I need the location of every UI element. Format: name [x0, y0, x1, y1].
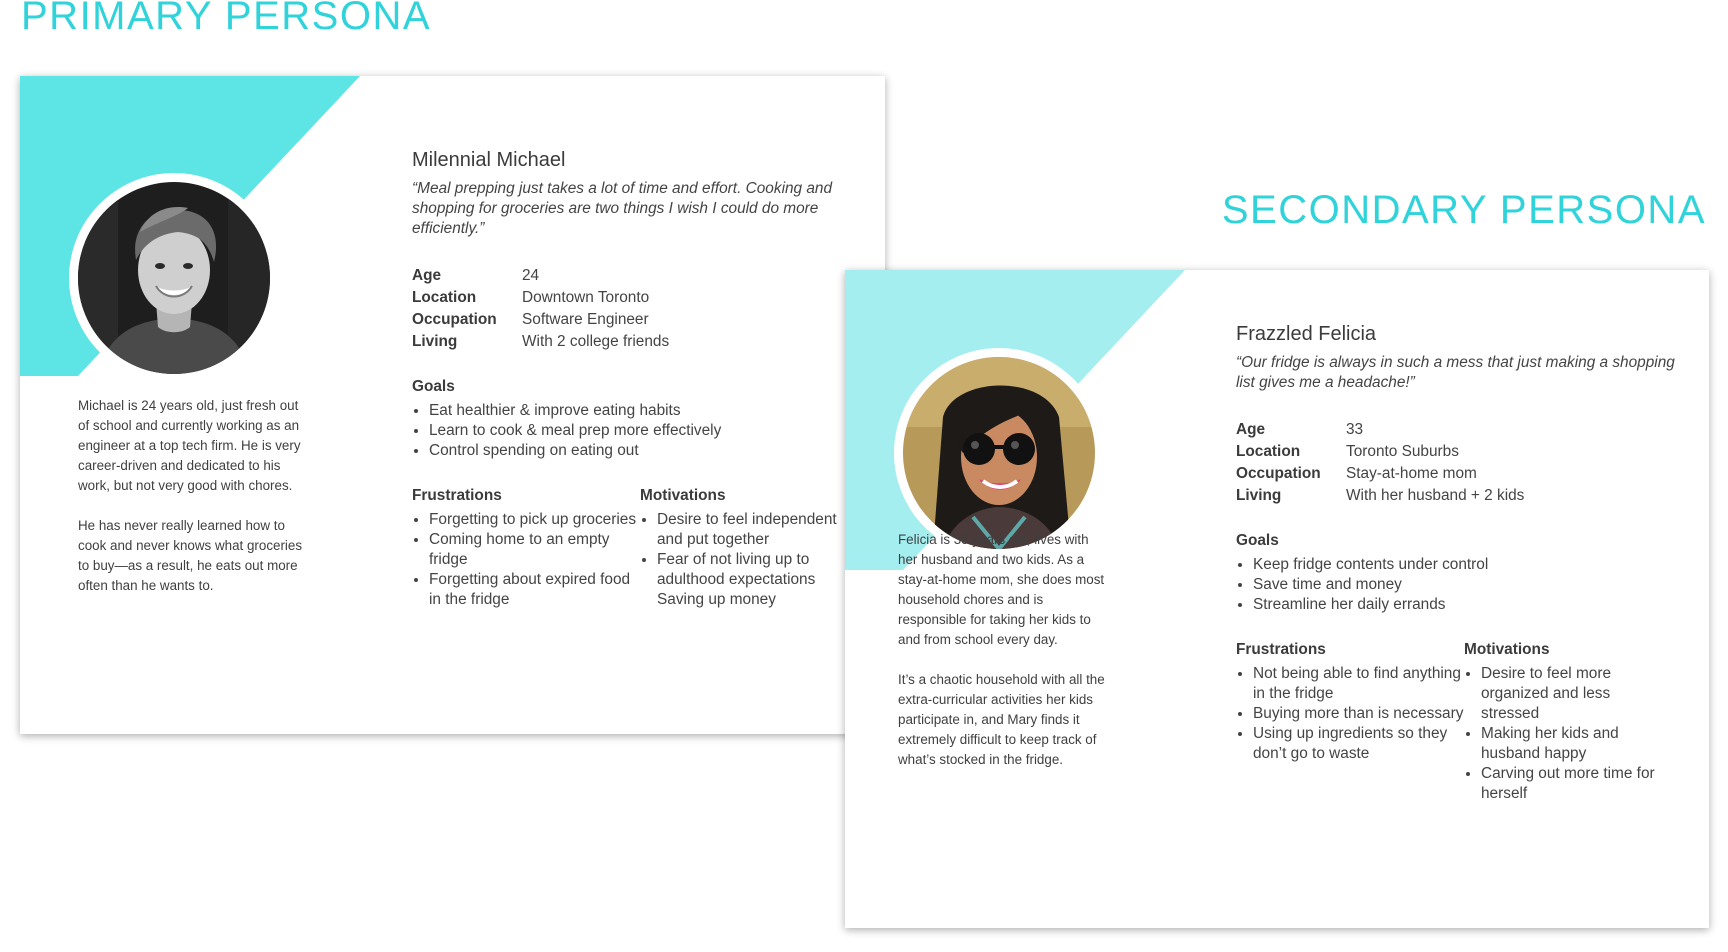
persona-details: Frazzled Felicia “Our fridge is always i… [1236, 322, 1676, 804]
motivation-item: Making her kids and husband happy [1481, 724, 1664, 764]
persona-name: Milennial Michael [412, 149, 566, 171]
fact-label: Living [1236, 487, 1282, 504]
persona-facts: Age 24 Location Downtown Toronto Occupat… [412, 266, 852, 352]
fact-value: 33 [1346, 421, 1364, 438]
persona-quote: “Meal prepping just takes a lot of time … [412, 180, 833, 237]
motivations-heading: Motivations [640, 487, 726, 504]
avatar-michael [78, 182, 270, 374]
persona-bio: Felicia is 33 years old, lives with her … [898, 530, 1110, 790]
frustration-item: Buying more than is necessary [1253, 704, 1464, 724]
secondary-persona-card: Felicia is 33 years old, lives with her … [845, 270, 1709, 928]
goal-item: Control spending on eating out [429, 441, 852, 461]
motivations-heading: Motivations [1464, 641, 1550, 658]
goals-list: Keep fridge contents under control Save … [1236, 555, 1676, 615]
fact-label: Location [1236, 443, 1301, 460]
goal-item: Learn to cook & meal prep more effective… [429, 421, 852, 441]
persona-bio: Michael is 24 years old, just fresh out … [78, 396, 303, 616]
persona-details: Milennial Michael “Meal prepping just ta… [412, 148, 852, 610]
goal-item: Streamline her daily errands [1253, 595, 1676, 615]
motivations-list: Desire to feel more organized and less s… [1464, 664, 1664, 804]
motivations-column: Motivations Desire to feel independent a… [640, 461, 840, 610]
fact-label: Occupation [412, 311, 497, 328]
persona-quote: “Our fridge is always in such a mess tha… [1236, 354, 1675, 391]
portrait-photo [903, 357, 1095, 549]
fact-value: With 2 college friends [522, 333, 670, 350]
frustration-item: Forgetting to pick up groceries [429, 510, 640, 530]
frustrations-motivations: Frustrations Forgetting to pick up groce… [412, 461, 852, 610]
fact-value: 24 [522, 267, 540, 284]
motivation-item: Carving out more time for herself [1481, 764, 1664, 804]
frustration-item: Forgetting about expired food in the fri… [429, 570, 640, 610]
frustration-item: Coming home to an empty fridge [429, 530, 640, 570]
goals-heading: Goals [412, 378, 455, 395]
bio-paragraph: Felicia is 33 years old, lives with her … [898, 532, 1105, 647]
goal-item: Eat healthier & improve eating habits [429, 401, 852, 421]
frustration-item: Using up ingredients so they don’t go to… [1253, 724, 1464, 764]
bio-paragraph: He has never really learned how to cook … [78, 518, 303, 593]
motivations-list: Desire to feel independent and put toget… [640, 510, 840, 610]
persona-name: Frazzled Felicia [1236, 323, 1377, 345]
avatar-felicia [903, 357, 1095, 549]
fact-value: Downtown Toronto [522, 289, 650, 306]
fact-value: Stay-at-home mom [1346, 465, 1477, 482]
goals-list: Eat healthier & improve eating habits Le… [412, 401, 852, 461]
secondary-persona-title: SECONDARY PERSONA [1221, 188, 1706, 232]
primary-persona-title: PRIMARY PERSONA [21, 0, 432, 38]
motivations-column: Motivations Desire to feel more organize… [1464, 615, 1664, 804]
bio-paragraph: Michael is 24 years old, just fresh out … [78, 398, 301, 493]
frustrations-motivations: Frustrations Not being able to find anyt… [1236, 615, 1676, 804]
motivation-item: Fear of not living up to adulthood expec… [657, 550, 840, 610]
fact-label: Age [412, 267, 442, 284]
fact-value: Software Engineer [522, 311, 649, 328]
persona-facts: Age 33 Location Toronto Suburbs Occupati… [1236, 420, 1676, 506]
bio-paragraph: It’s a chaotic household with all the ex… [898, 672, 1105, 767]
avatar-ring [69, 173, 279, 383]
goal-item: Save time and money [1253, 575, 1676, 595]
avatar-ring [894, 348, 1104, 558]
frustrations-heading: Frustrations [412, 487, 502, 504]
frustrations-list: Forgetting to pick up groceries Coming h… [412, 510, 640, 610]
frustrations-column: Frustrations Forgetting to pick up groce… [412, 461, 640, 610]
fact-label: Occupation [1236, 465, 1321, 482]
fact-label: Living [412, 333, 458, 350]
frustrations-column: Frustrations Not being able to find anyt… [1236, 615, 1464, 804]
motivation-item: Desire to feel more organized and less s… [1481, 664, 1664, 724]
fact-value: With her husband + 2 kids [1346, 487, 1525, 504]
goal-item: Keep fridge contents under control [1253, 555, 1676, 575]
fact-value: Toronto Suburbs [1346, 443, 1459, 460]
primary-persona-card: Michael is 24 years old, just fresh out … [20, 76, 885, 734]
frustration-item: Not being able to find anything in the f… [1253, 664, 1464, 704]
fact-label: Age [1236, 421, 1266, 438]
portrait-photo [78, 182, 270, 374]
motivation-item: Desire to feel independent and put toget… [657, 510, 840, 550]
fact-label: Location [412, 289, 477, 306]
frustrations-list: Not being able to find anything in the f… [1236, 664, 1464, 764]
frustrations-heading: Frustrations [1236, 641, 1326, 658]
goals-heading: Goals [1236, 532, 1279, 549]
